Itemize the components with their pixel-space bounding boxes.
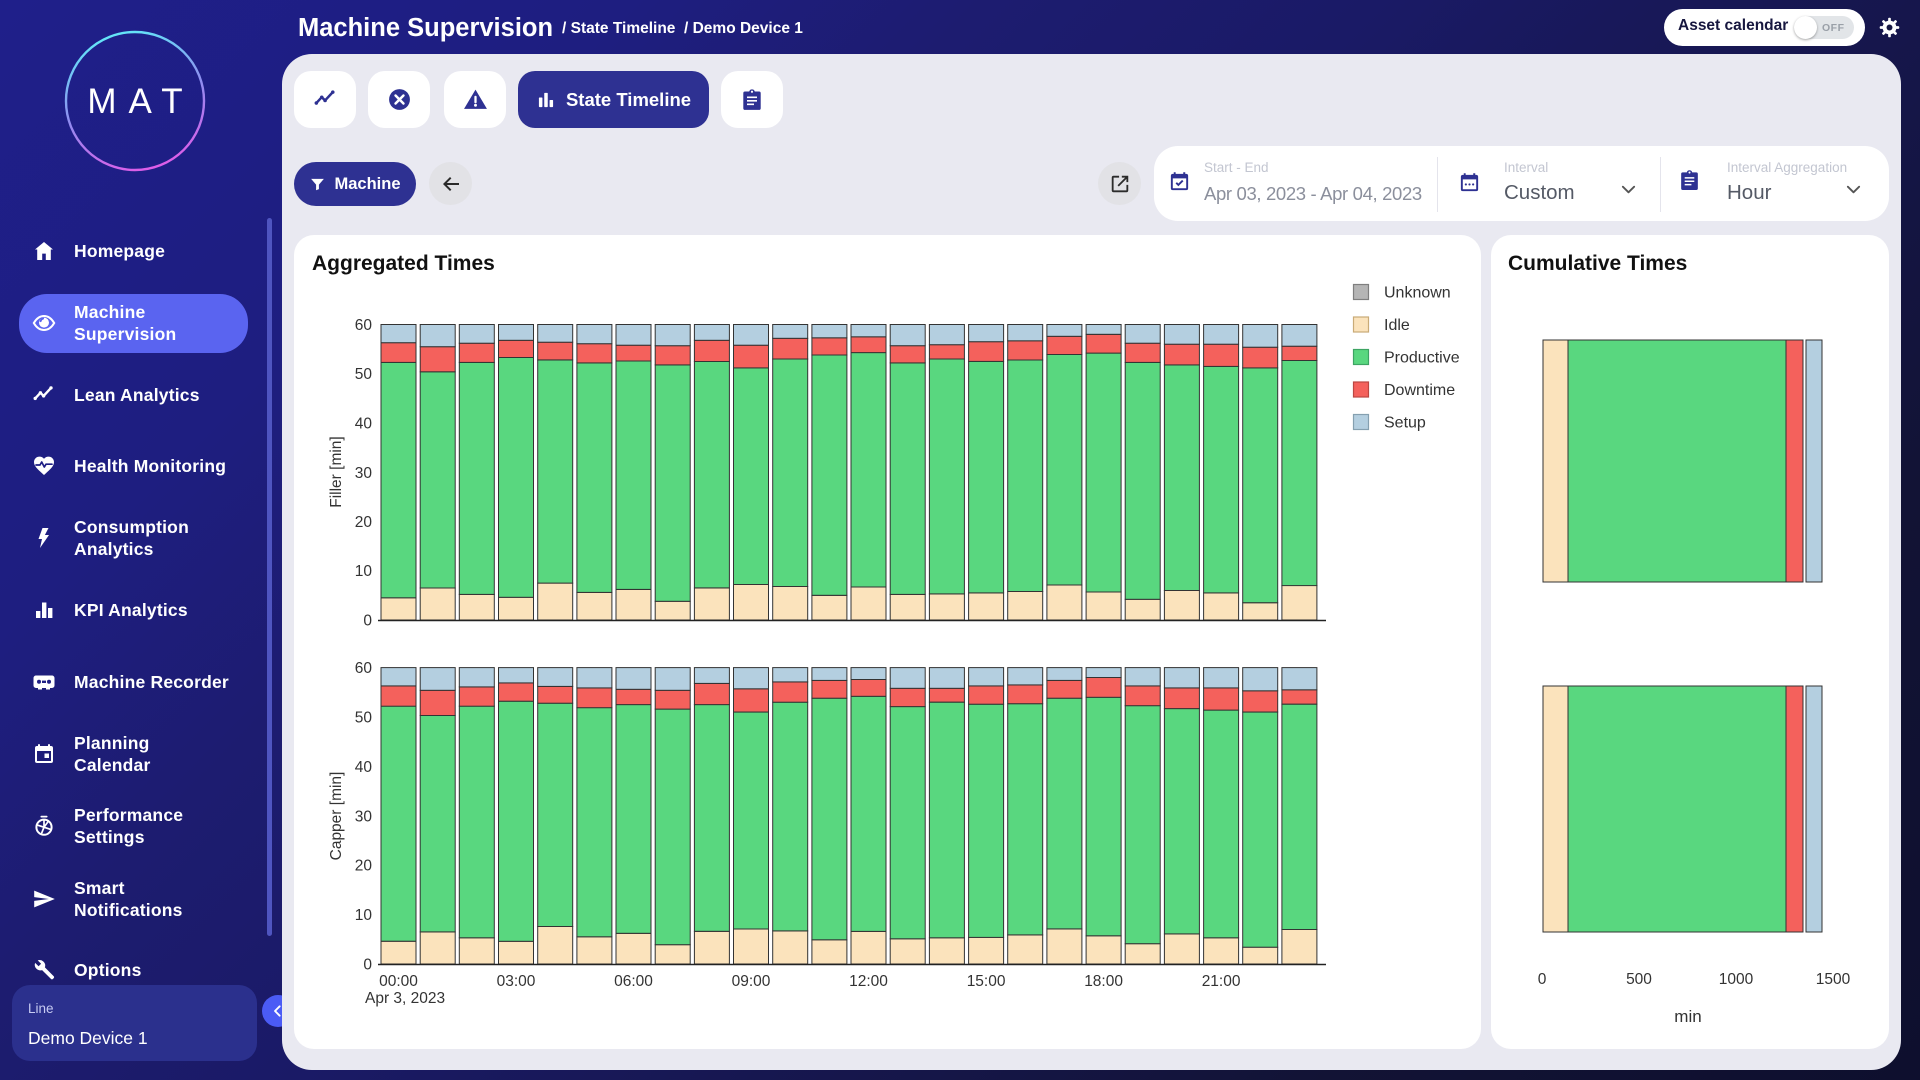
svg-text:40: 40	[355, 759, 373, 776]
svg-text:Productive: Productive	[1384, 350, 1460, 367]
svg-text:20: 20	[355, 514, 373, 531]
svg-text:15:00: 15:00	[967, 973, 1006, 990]
svg-text:Filler [min]: Filler [min]	[328, 436, 345, 507]
svg-text:0: 0	[363, 957, 372, 974]
svg-text:60: 60	[355, 317, 373, 334]
svg-text:18:00: 18:00	[1084, 973, 1123, 990]
svg-text:Capper [min]: Capper [min]	[328, 772, 345, 861]
svg-text:1500: 1500	[1816, 971, 1851, 988]
svg-text:Apr 3, 2023: Apr 3, 2023	[365, 990, 445, 1007]
svg-text:30: 30	[355, 465, 373, 482]
svg-text:21:00: 21:00	[1202, 973, 1241, 990]
svg-text:40: 40	[355, 416, 373, 433]
svg-text:09:00: 09:00	[732, 973, 771, 990]
svg-text:10: 10	[355, 907, 373, 924]
svg-text:06:00: 06:00	[614, 973, 653, 990]
svg-text:0: 0	[363, 613, 372, 630]
svg-text:1000: 1000	[1719, 971, 1754, 988]
svg-text:50: 50	[355, 710, 373, 727]
svg-text:00:00: 00:00	[379, 973, 418, 990]
svg-text:Unknown: Unknown	[1384, 285, 1451, 302]
svg-text:60: 60	[355, 660, 373, 677]
svg-text:20: 20	[355, 858, 373, 875]
svg-text:Idle: Idle	[1384, 317, 1410, 334]
svg-text:min: min	[1674, 1007, 1701, 1026]
svg-text:03:00: 03:00	[497, 973, 536, 990]
svg-text:30: 30	[355, 808, 373, 825]
svg-text:50: 50	[355, 366, 373, 383]
svg-text:0: 0	[1538, 971, 1547, 988]
svg-text:Setup: Setup	[1384, 415, 1426, 432]
svg-text:12:00: 12:00	[849, 973, 888, 990]
svg-text:Downtime: Downtime	[1384, 382, 1455, 399]
svg-text:10: 10	[355, 563, 373, 580]
svg-text:500: 500	[1626, 971, 1652, 988]
